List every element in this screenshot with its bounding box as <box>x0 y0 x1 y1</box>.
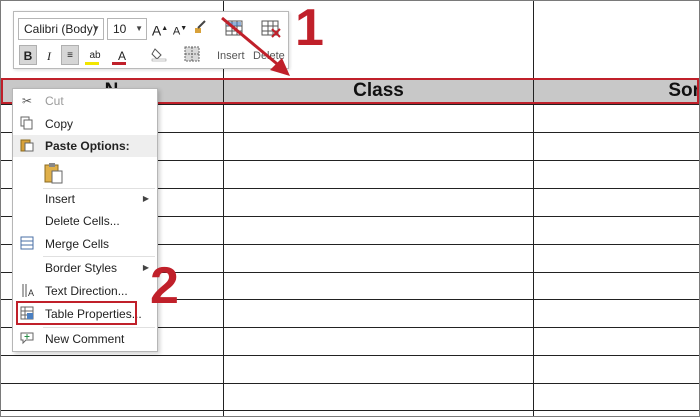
step-number-1: 1 <box>295 0 324 57</box>
step-number-2: 2 <box>150 257 179 315</box>
annotation-arrow <box>221 16 290 76</box>
